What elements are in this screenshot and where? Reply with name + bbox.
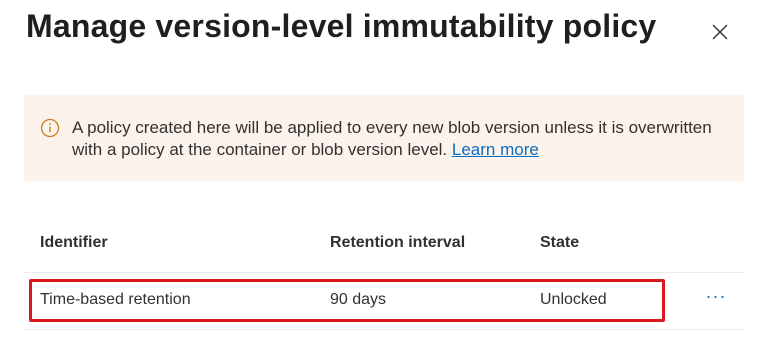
retention-interval-cell: 90 days: [330, 291, 387, 308]
immutability-policy-panel: Manage version-level immutability policy…: [0, 0, 768, 353]
table-row[interactable]: Time-based retention 90 days Unlocked: [24, 273, 744, 330]
banner-text: A policy created here will be applied to…: [72, 118, 712, 159]
info-banner: A policy created here will be applied to…: [24, 95, 744, 181]
column-header-retention-interval[interactable]: Retention interval: [330, 234, 465, 252]
identifier-cell: Time-based retention: [40, 291, 191, 308]
column-header-identifier[interactable]: Identifier: [40, 234, 108, 252]
banner-message: A policy created here will be applied to…: [72, 117, 732, 161]
close-icon: [712, 24, 728, 40]
page-title: Manage version-level immutability policy: [26, 8, 657, 44]
policy-table: Identifier Retention interval State Time…: [24, 222, 744, 330]
state-cell: Unlocked: [540, 291, 607, 308]
learn-more-link[interactable]: Learn more: [452, 140, 539, 159]
info-icon: [40, 118, 60, 138]
more-actions-button[interactable]: ···: [700, 286, 732, 310]
close-button[interactable]: [706, 18, 734, 46]
column-header-state[interactable]: State: [540, 234, 579, 252]
table-header-row: Identifier Retention interval State: [24, 222, 744, 273]
